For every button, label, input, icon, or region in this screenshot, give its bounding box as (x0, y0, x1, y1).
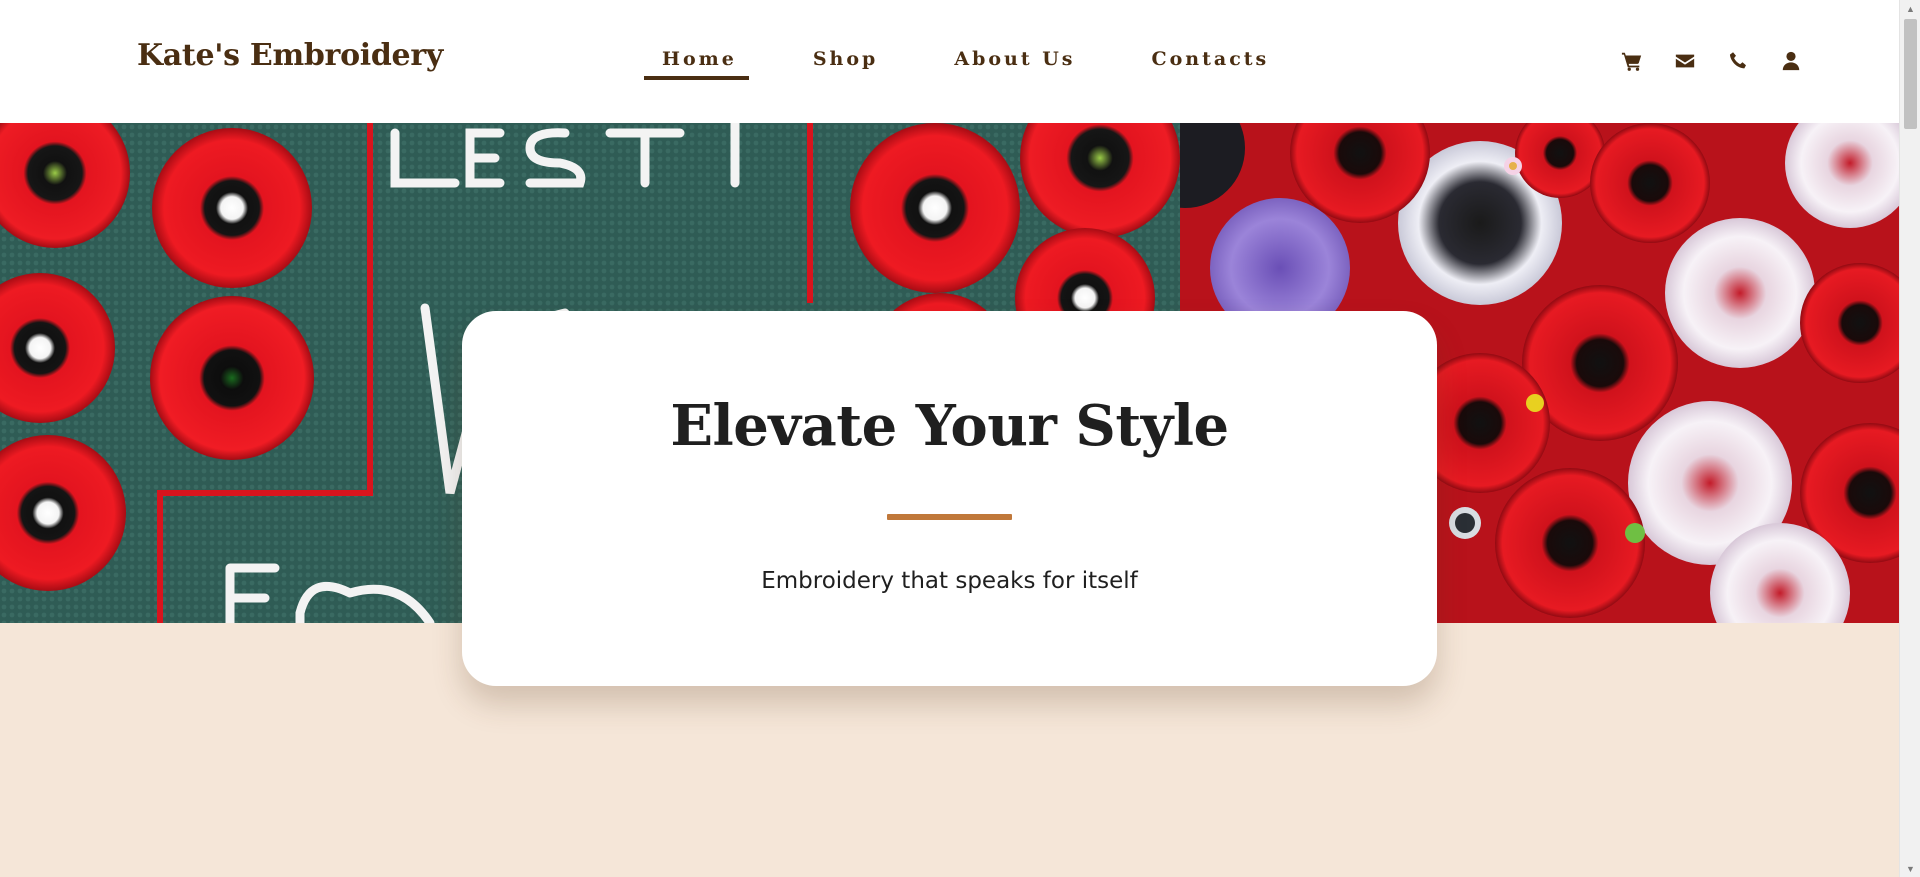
user-icon[interactable] (1764, 48, 1817, 74)
active-nav-underline (644, 76, 749, 80)
scrollbar-thumb[interactable] (1904, 19, 1917, 129)
scroll-down-arrow-icon[interactable]: ▼ (1900, 860, 1920, 877)
nav-contacts[interactable]: Contacts (1152, 44, 1270, 80)
hero-card: Elevate Your Style Embroidery that speak… (462, 311, 1437, 686)
hero-divider (887, 514, 1012, 520)
hero-title: Elevate Your Style (670, 393, 1229, 459)
brand-logo[interactable]: Kate's Embroidery (137, 38, 443, 73)
nav-shop[interactable]: Shop (813, 44, 879, 80)
nav-home[interactable]: Home (662, 44, 737, 80)
phone-icon[interactable] (1711, 48, 1764, 74)
cart-icon[interactable] (1605, 48, 1658, 74)
hero-subtitle: Embroidery that speaks for itself (761, 568, 1138, 594)
nav-about-us[interactable]: About Us (954, 44, 1075, 80)
vertical-scrollbar[interactable]: ▲ ▼ (1899, 0, 1920, 877)
page: Kate's Embroidery Home Shop About Us Con… (0, 0, 1899, 877)
header-icons (1605, 48, 1817, 74)
scroll-up-arrow-icon[interactable]: ▲ (1900, 0, 1920, 17)
envelope-icon[interactable] (1658, 48, 1711, 74)
site-header: Kate's Embroidery Home Shop About Us Con… (0, 0, 1899, 123)
